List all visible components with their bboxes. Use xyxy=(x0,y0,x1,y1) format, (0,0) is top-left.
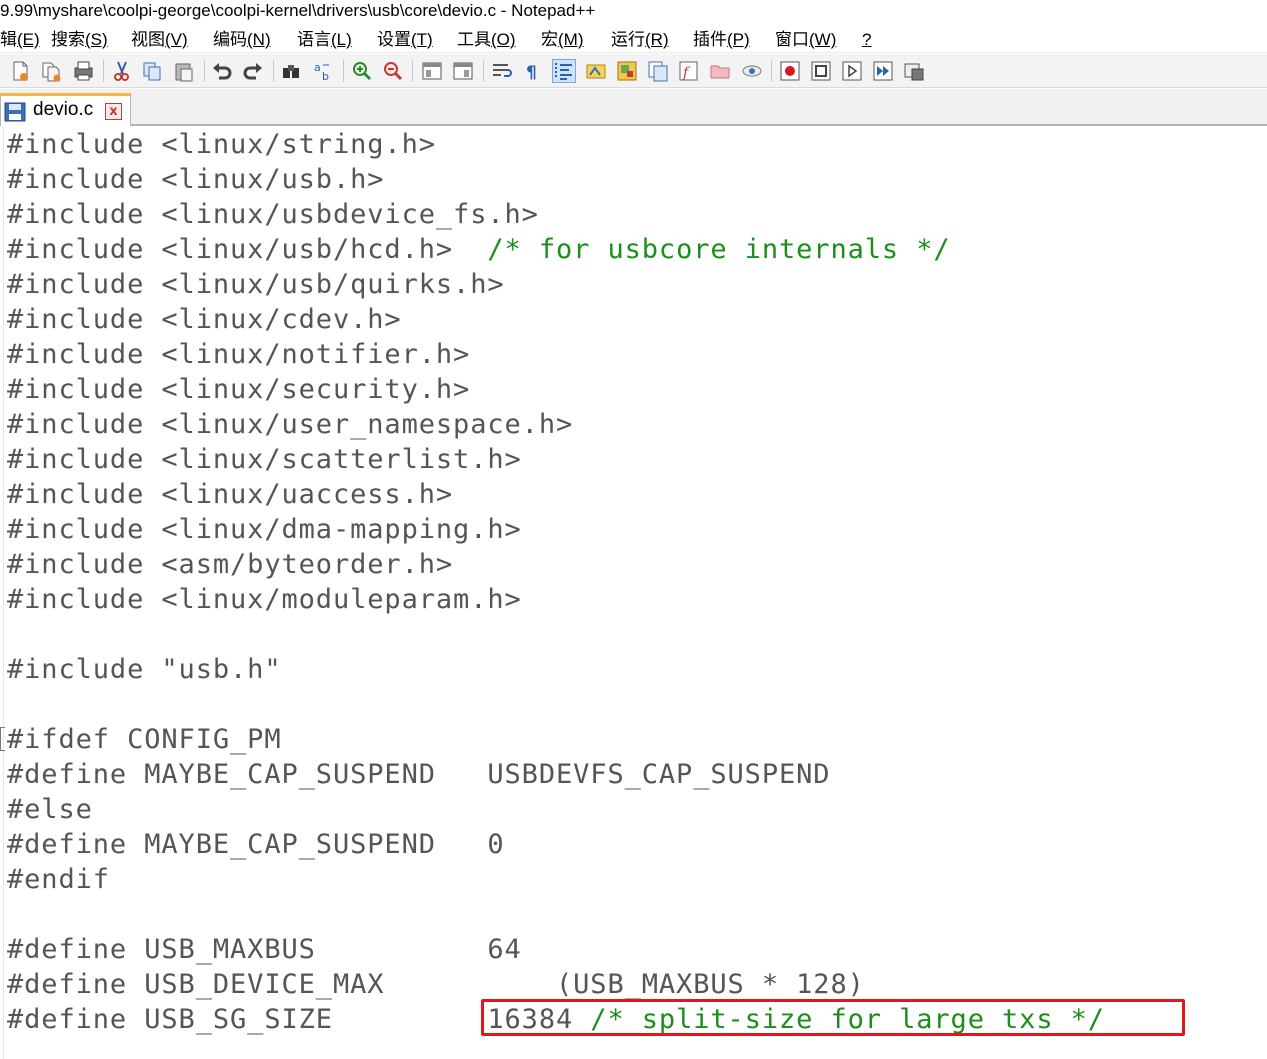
play-macro-icon[interactable] xyxy=(840,59,864,83)
svg-text:b: b xyxy=(322,70,329,83)
tab-devio-c[interactable]: devio.c x xyxy=(0,93,131,126)
toolbar-separator xyxy=(273,60,274,82)
monitoring-icon[interactable] xyxy=(740,59,764,83)
close-icon[interactable]: x xyxy=(105,103,122,120)
code-line: #define USB_MAXBUS 64 xyxy=(7,934,522,965)
sync-vertical-icon[interactable] xyxy=(420,59,444,83)
code-line: #ifdef CONFIG_PM xyxy=(7,724,282,755)
fold-margin xyxy=(3,127,4,1059)
saved-file-icon xyxy=(4,102,26,122)
code-line: #define MAYBE_CAP_SUSPEND 0 xyxy=(7,829,505,860)
menu-language[interactable]: 语言(L) xyxy=(297,27,352,53)
toolbar-separator xyxy=(343,60,344,82)
menu-help[interactable]: ? xyxy=(862,27,871,53)
window-title: 9.99\myshare\coolpi-george\coolpi-kernel… xyxy=(0,0,1267,24)
code-line: #include <linux/usb.h> xyxy=(7,164,385,195)
cut-icon[interactable] xyxy=(109,59,133,83)
zoom-in-icon[interactable] xyxy=(350,59,374,83)
toolbar-separator xyxy=(412,60,413,82)
new-file-icon[interactable] xyxy=(8,59,32,83)
toolbar-separator xyxy=(103,60,104,82)
redo-icon[interactable] xyxy=(241,59,265,83)
fold-marker[interactable] xyxy=(0,727,5,751)
code-line: #include <linux/usb/quirks.h> xyxy=(7,269,505,300)
undo-icon[interactable] xyxy=(210,59,234,83)
menu-plugins[interactable]: 插件(P) xyxy=(693,27,750,53)
doc-map-icon[interactable] xyxy=(615,59,639,83)
code-line: #include <linux/scatterlist.h> xyxy=(7,444,522,475)
code-line: #define USB_DEVICE_MAX (USB_MAXBUS * 128… xyxy=(7,969,865,1000)
code-line: #include <linux/usb/hcd.h> /* for usbcor… xyxy=(7,234,951,265)
menu-bar: 辑(E) 搜索(S) 视图(V) 编码(N) 语言(L) 设置(T) 工具(O)… xyxy=(0,27,1267,53)
zoom-out-icon[interactable] xyxy=(381,59,405,83)
highlight-annotation-box xyxy=(481,999,1185,1036)
code-line: #include <linux/user_namespace.h> xyxy=(7,409,574,440)
menu-run[interactable]: 运行(R) xyxy=(611,27,669,53)
open-file-icon[interactable] xyxy=(39,59,63,83)
code-line: #include <linux/string.h> xyxy=(7,129,436,160)
find-icon[interactable] xyxy=(279,59,303,83)
code-line: #include <linux/uaccess.h> xyxy=(7,479,454,510)
toolbar: ab ¶ f xyxy=(0,54,1267,88)
menu-search[interactable]: 搜索(S) xyxy=(51,27,108,53)
function-list-icon[interactable]: f xyxy=(677,59,701,83)
code-line: #else xyxy=(7,794,93,825)
word-wrap-icon[interactable] xyxy=(490,59,514,83)
menu-encoding[interactable]: 编码(N) xyxy=(213,27,271,53)
copy-icon[interactable] xyxy=(140,59,164,83)
sync-horizontal-icon[interactable] xyxy=(451,59,475,83)
menu-edit[interactable]: 辑(E) xyxy=(0,27,40,53)
code-line: #include <linux/moduleparam.h> xyxy=(7,584,522,615)
doc-list-icon[interactable] xyxy=(646,59,670,83)
toolbar-separator xyxy=(204,60,205,82)
stop-record-icon[interactable] xyxy=(809,59,833,83)
toolbar-separator xyxy=(771,60,772,82)
code-line: #include <linux/usbdevice_fs.h> xyxy=(7,199,539,230)
tab-label: devio.c xyxy=(33,99,94,120)
code-line: #include <linux/security.h> xyxy=(7,374,471,405)
code-editor[interactable]: #include <linux/string.h> #include <linu… xyxy=(0,127,1267,1059)
svg-text:a: a xyxy=(314,61,321,74)
menu-window[interactable]: 窗口(W) xyxy=(775,27,836,53)
code-comment: /* for usbcore internals */ xyxy=(487,234,951,265)
tab-bar: devio.c x xyxy=(0,89,1267,126)
run-multiple-macro-icon[interactable] xyxy=(871,59,895,83)
code-line: #include <linux/cdev.h> xyxy=(7,304,402,335)
menu-view[interactable]: 视图(V) xyxy=(131,27,188,53)
save-all-icon[interactable] xyxy=(71,59,95,83)
user-lang-icon[interactable] xyxy=(584,59,608,83)
toolbar-separator xyxy=(483,60,484,82)
menu-tools[interactable]: 工具(O) xyxy=(457,27,516,53)
paste-icon[interactable] xyxy=(172,59,196,83)
save-macro-icon[interactable] xyxy=(902,59,926,83)
code-line: #endif xyxy=(7,864,110,895)
replace-icon[interactable]: ab xyxy=(311,59,335,83)
code-line: #include <linux/dma-mapping.h> xyxy=(7,514,522,545)
code-line: #define MAYBE_CAP_SUSPEND USBDEVFS_CAP_S… xyxy=(7,759,831,790)
code-line: #include "usb.h" xyxy=(7,654,282,685)
record-macro-icon[interactable] xyxy=(778,59,802,83)
code-line: #include <linux/notifier.h> xyxy=(7,339,471,370)
show-all-chars-icon[interactable]: ¶ xyxy=(521,59,545,83)
indent-guide-icon[interactable] xyxy=(552,59,576,83)
menu-settings[interactable]: 设置(T) xyxy=(377,27,433,53)
menu-macro[interactable]: 宏(M) xyxy=(541,27,583,53)
code-line: #include <asm/byteorder.h> xyxy=(7,549,454,580)
svg-text:¶: ¶ xyxy=(526,63,537,83)
folder-workspace-icon[interactable] xyxy=(708,59,732,83)
